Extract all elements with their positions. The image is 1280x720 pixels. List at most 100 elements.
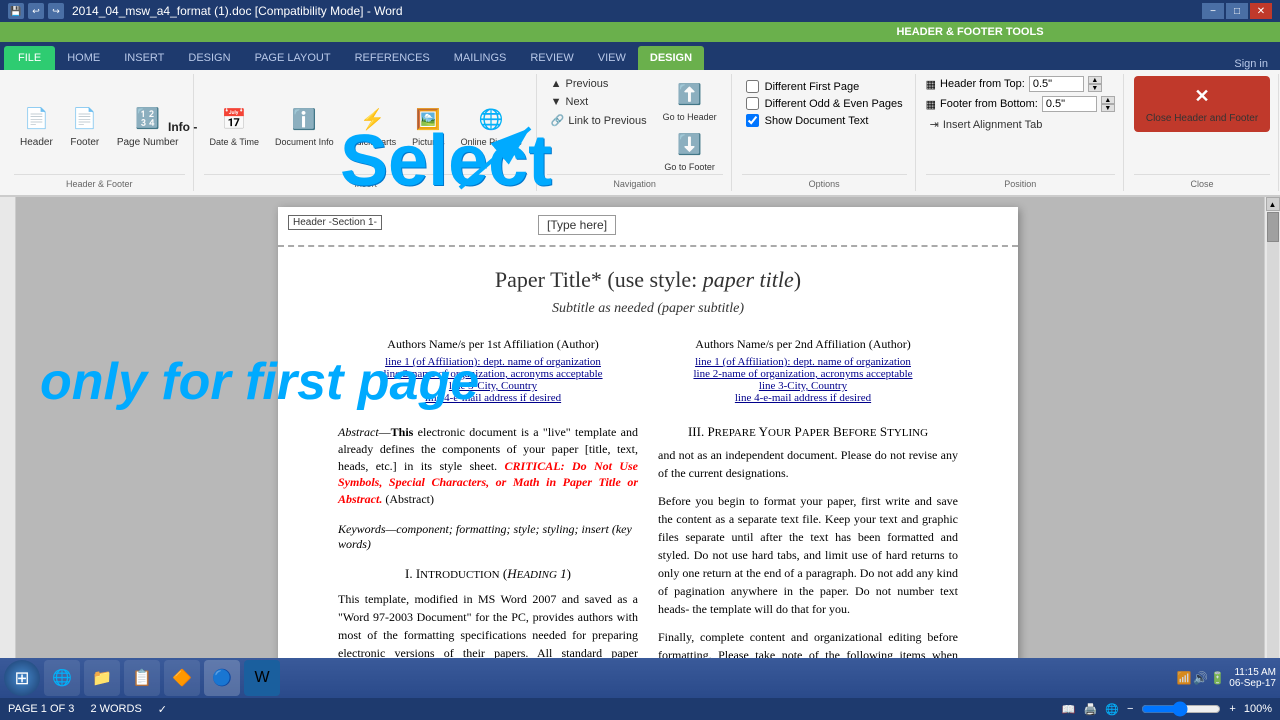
show-document-text-option[interactable]: Show Document Text [746, 114, 903, 127]
vertical-scrollbar[interactable]: ▲ ▼ [1264, 197, 1280, 677]
scroll-thumb[interactable] [1267, 212, 1279, 242]
author1-line2: line 2-name of organization, acronyms ac… [338, 368, 648, 380]
spin-up-footer[interactable]: ▲ [1101, 96, 1115, 104]
author2-name: Authors Name/s per 2nd Affiliation (Auth… [648, 337, 958, 352]
header-button[interactable]: 📄 Header [14, 101, 59, 150]
taskbar-chrome[interactable]: 🔵 [204, 660, 240, 696]
scroll-track[interactable] [1267, 212, 1279, 662]
scroll-up-btn[interactable]: ▲ [1266, 197, 1280, 211]
type-here-placeholder[interactable]: [Type here] [538, 215, 616, 235]
tab-review[interactable]: REVIEW [518, 46, 585, 70]
close-btn[interactable]: ✕ [1250, 3, 1272, 19]
different-odd-even-checkbox[interactable] [746, 97, 759, 110]
tab-view[interactable]: VIEW [586, 46, 638, 70]
view-icon-read[interactable]: 📖 [1062, 703, 1076, 716]
spin-down-footer[interactable]: ▼ [1101, 104, 1115, 112]
tab-mailings[interactable]: MAILINGS [442, 46, 519, 70]
link-icon: 🔗 [551, 114, 565, 127]
header-top-spinner[interactable]: ▲ ▼ [1088, 76, 1102, 92]
date-time-icon: 📅 [218, 103, 250, 135]
spin-down[interactable]: ▼ [1088, 84, 1102, 92]
next-button[interactable]: ▼ Next [547, 94, 651, 110]
taskbar-explorer[interactable]: 📁 [84, 660, 120, 696]
sign-in[interactable]: Sign in [1234, 58, 1280, 70]
goto-header-button[interactable]: ⬆️ Go to Header [657, 76, 723, 124]
left-ruler [0, 197, 16, 677]
footer-button[interactable]: 📄 Footer [63, 101, 107, 150]
doc-header[interactable]: Header -Section 1- [Type here] [278, 207, 1018, 247]
author2-line2: line 2-name of organization, acronyms ac… [648, 368, 958, 380]
header-icon: 📄 [20, 103, 52, 135]
footer-bottom-spinner[interactable]: ▲ ▼ [1101, 96, 1115, 112]
zoom-out-btn[interactable]: − [1127, 703, 1133, 715]
page-number-icon: 🔢 [132, 103, 164, 135]
author2-line4: line 4-e-mail address if desired [648, 392, 958, 404]
taskbar-word[interactable]: W [244, 660, 280, 696]
date-time-button[interactable]: 📅 Date & Time [204, 101, 266, 149]
page-number-button[interactable]: 🔢 Page Number [111, 101, 185, 150]
taskbar-app2[interactable]: 🔶 [164, 660, 200, 696]
options-label: Options [742, 174, 907, 189]
link-to-previous-button[interactable]: 🔗 Link to Previous [547, 112, 651, 129]
navigation-group: ▲ Previous ▼ Next 🔗 Link to Previous ⬆️ … [539, 74, 732, 191]
previous-button[interactable]: ▲ Previous [547, 76, 651, 92]
next-icon: ▼ [551, 96, 562, 108]
header-from-top-input[interactable] [1029, 76, 1084, 92]
battery-icon: 🔋 [1210, 671, 1225, 685]
restore-btn[interactable]: □ [1226, 3, 1248, 19]
doc-title: Paper Title* (use style: paper title) [338, 267, 958, 293]
show-document-text-checkbox[interactable] [746, 114, 759, 127]
tab-page-layout[interactable]: PAGE LAYOUT [243, 46, 343, 70]
window-title: 2014_04_msw_a4_format (1).doc [Compatibi… [72, 4, 403, 18]
taskbar-ie[interactable]: 🌐 [44, 660, 80, 696]
insert-alignment-tab-button[interactable]: ⇥ Insert Alignment Tab [926, 116, 1115, 133]
different-first-option[interactable]: Different First Page [746, 80, 903, 93]
save-icon[interactable]: 💾 [8, 3, 24, 19]
footer-from-bottom-row: ▦ Footer from Bottom: ▲ ▼ [926, 96, 1115, 112]
start-button[interactable]: ⊞ [4, 660, 40, 696]
tab-home[interactable]: HOME [55, 46, 112, 70]
doc-subtitle: Subtitle as needed (paper subtitle) [338, 301, 958, 317]
col-right: III. PREPARE YOUR PAPER BEFORE STYLING a… [658, 424, 958, 677]
close-header-footer-button[interactable]: ✕ Close Header and Footer [1134, 76, 1270, 132]
document-area: only for first page Header -Section 1- [… [0, 197, 1280, 677]
position-label: Position [926, 174, 1115, 189]
zoom-in-btn[interactable]: + [1229, 703, 1235, 715]
different-odd-even-option[interactable]: Different Odd & Even Pages [746, 97, 903, 110]
abstract-section: Abstract—This electronic document is a "… [338, 424, 638, 508]
network-icon: 📶 [1176, 671, 1191, 685]
goto-footer-icon: ⬇️ [674, 128, 706, 160]
tab-references[interactable]: REFERENCES [343, 46, 442, 70]
tab-file[interactable]: FILE [4, 46, 55, 70]
spin-up[interactable]: ▲ [1088, 76, 1102, 84]
tab-design[interactable]: DESIGN [176, 46, 242, 70]
different-first-checkbox[interactable] [746, 80, 759, 93]
taskbar-right: 📶 🔊 🔋 11:15 AM 06-Sep-17 [1176, 667, 1276, 689]
online-pictures-button[interactable]: 🌐 Online Pictures [455, 101, 528, 149]
position-group: ▦ Header from Top: ▲ ▼ ▦ Footer from Bot… [918, 74, 1124, 191]
view-icon-print[interactable]: 🖨️ [1084, 703, 1098, 716]
document-info-icon: ℹ️ [288, 103, 320, 135]
redo-icon[interactable]: ↪ [48, 3, 64, 19]
tab-insert[interactable]: INSERT [112, 46, 176, 70]
footer-from-bottom-icon: ▦ [926, 98, 936, 111]
navigation-label: Navigation [547, 174, 723, 189]
close-label: Close [1134, 174, 1270, 189]
authors-row: Authors Name/s per 1st Affiliation (Auth… [338, 337, 958, 404]
status-right: 📖 🖨️ 🌐 − + 100% [1062, 701, 1272, 717]
document-info-button[interactable]: ℹ️ Document Info [269, 101, 340, 149]
taskbar-app1[interactable]: 📋 [124, 660, 160, 696]
undo-icon[interactable]: ↩ [28, 3, 44, 19]
minimize-btn[interactable]: − [1202, 3, 1224, 19]
insert-buttons: 📅 Date & Time ℹ️ Document Info ⚡ Quick P… [204, 76, 528, 174]
goto-footer-button[interactable]: ⬇️ Go to Footer [657, 126, 723, 174]
footer-from-bottom-input[interactable] [1042, 96, 1097, 112]
section1-heading: I. INTRODUCTION (HEADING 1) [338, 566, 638, 582]
zoom-slider[interactable] [1141, 701, 1221, 717]
header-from-top-icon: ▦ [926, 78, 936, 91]
view-icon-web[interactable]: 🌐 [1105, 703, 1119, 716]
tab-design-active[interactable]: DESIGN [638, 46, 704, 70]
quick-parts-button[interactable]: ⚡ Quick Parts [344, 101, 403, 149]
pictures-button[interactable]: 🖼️ Pictures [406, 101, 451, 149]
prev-icon: ▲ [551, 78, 562, 90]
